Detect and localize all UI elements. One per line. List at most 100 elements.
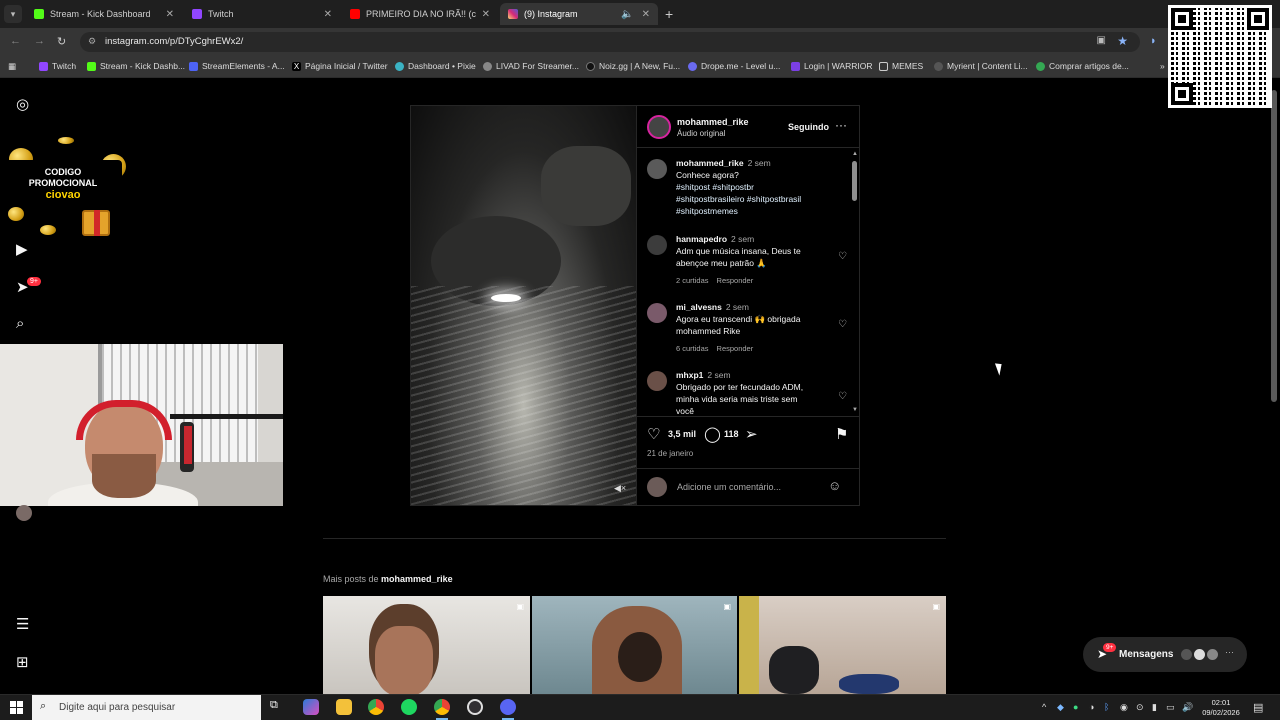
reply-button[interactable]: Responder [717, 344, 754, 353]
tab-kick-dashboard[interactable]: Stream - Kick Dashboard ✕ [26, 3, 182, 25]
taskbar-search[interactable]: ⌕ Digite aqui para pesquisar [32, 695, 261, 720]
tray-app-icon[interactable]: ◑ [1089, 702, 1094, 712]
audio-label[interactable]: Áudio original [677, 129, 725, 138]
following-button[interactable]: Seguindo [788, 122, 829, 132]
extension-icon[interactable]: ◗ [1150, 35, 1157, 47]
save-icon[interactable]: ⚑ [835, 425, 848, 443]
tab-instagram[interactable]: (9) Instagram 🔈 ✕ [500, 3, 658, 25]
avatar[interactable] [647, 235, 667, 255]
url-text[interactable]: instagram.com/p/DTyCghrEWx2/ [105, 36, 243, 47]
bookmark-star-icon[interactable]: ★ [1117, 34, 1128, 48]
bookmark-item[interactable]: Noiz.gg | A New, Fu... [586, 61, 680, 71]
bluetooth-icon[interactable]: ᛒ [1104, 702, 1109, 712]
like-comment-icon[interactable]: ♡ [838, 391, 847, 403]
hashtag-link[interactable]: #shitpostbrasileiro #shitpostbrasil [676, 193, 847, 205]
tab-twitch[interactable]: Twitch ✕ [184, 3, 340, 25]
like-comment-icon[interactable]: ♡ [838, 319, 847, 331]
scroll-up-icon[interactable]: ▲ [852, 151, 858, 157]
close-icon[interactable]: ✕ [642, 9, 650, 20]
add-comment-input[interactable]: Adicione um comentário... [677, 482, 781, 492]
author-avatar[interactable] [647, 115, 671, 139]
tray-app-icon[interactable]: ◆ [1057, 702, 1064, 713]
search-icon[interactable]: ⌕ [16, 315, 24, 332]
apps-icon[interactable]: ▦ [8, 61, 16, 72]
new-tab-button[interactable]: + [665, 6, 673, 22]
instagram-logo-icon[interactable]: ◎ [16, 95, 29, 113]
also-from-meta-icon[interactable]: ⊞ [16, 653, 29, 671]
comment-username[interactable]: mhxp1 [676, 370, 703, 380]
close-icon[interactable]: ✕ [166, 9, 174, 20]
discord-icon[interactable] [500, 699, 516, 720]
scroll-down-icon[interactable]: ▼ [852, 407, 858, 413]
copilot-icon[interactable] [303, 699, 319, 715]
install-app-icon[interactable]: ▣ [1097, 35, 1106, 46]
avatar[interactable] [647, 159, 667, 179]
tab-search-button[interactable]: ▾ [4, 5, 22, 23]
comment-username[interactable]: hanmapedro [676, 234, 727, 244]
chrome-active-icon[interactable] [434, 699, 450, 720]
like-icon[interactable]: ♡ [647, 425, 660, 443]
more-posts-username[interactable]: mohammed_rike [381, 574, 453, 584]
comment-username[interactable]: mi_alvesns [676, 302, 722, 312]
close-icon[interactable]: ✕ [324, 9, 332, 20]
notifications-icon[interactable]: ▤ [1253, 701, 1263, 714]
spotify-icon[interactable] [401, 699, 417, 715]
avatar[interactable] [647, 303, 667, 323]
share-icon[interactable]: ➢ [745, 425, 758, 443]
volume-icon[interactable]: 🔊 [1182, 702, 1193, 713]
taskbar-search-input[interactable]: Digite aqui para pesquisar [59, 702, 175, 713]
tray-app-icon[interactable]: ⊙ [1136, 702, 1144, 713]
chrome-icon[interactable] [368, 699, 384, 715]
reels-icon[interactable]: ▶ [16, 240, 28, 258]
profile-avatar[interactable] [16, 505, 32, 521]
comment-likes[interactable]: 6 curtidas [676, 344, 709, 353]
bookmark-item[interactable]: Comprar artigos de... [1036, 61, 1129, 71]
like-comment-icon[interactable]: ♡ [838, 251, 847, 263]
bookmark-item[interactable]: X Página Inicial / Twitter [292, 61, 388, 71]
menu-icon[interactable]: ☰ [16, 615, 29, 633]
mute-icon[interactable]: ◀× [614, 483, 626, 494]
tray-overflow-icon[interactable]: ^ [1042, 702, 1046, 712]
author-username[interactable]: mohammed_rike [677, 117, 749, 127]
speaker-icon[interactable]: 🔈 [621, 9, 633, 20]
post-date[interactable]: 21 de janeiro [647, 449, 693, 458]
post-thumbnail[interactable]: ▣ [739, 596, 946, 694]
bookmark-item[interactable]: Login | WARRIOR [791, 61, 873, 71]
post-thumbnail[interactable]: ▣ [532, 596, 737, 694]
bookmark-item[interactable]: LIVAD For Streamer... [483, 61, 579, 71]
hashtag-link[interactable]: #shitpost #shitpostbr [676, 181, 847, 193]
network-icon[interactable]: ▭ [1166, 702, 1175, 713]
comment-icon[interactable]: ◯ [704, 425, 721, 443]
system-clock[interactable]: 02:01 09/02/2026 [1196, 698, 1246, 718]
tray-app-icon[interactable]: ◉ [1120, 702, 1128, 713]
close-icon[interactable]: ✕ [482, 9, 490, 20]
more-bookmarks-icon[interactable]: » [1160, 61, 1165, 71]
avatar[interactable] [647, 371, 667, 391]
emoji-icon[interactable]: ☺ [828, 478, 841, 493]
tab-youtube[interactable]: PRIMEIRO DIA NO IRÃ!! (comi ✕ [342, 3, 498, 25]
bookmark-item[interactable]: Dashboard • Pixie [395, 61, 476, 71]
site-info-icon[interactable]: ⚙ [88, 36, 96, 47]
usb-icon[interactable]: ▮ [1152, 702, 1157, 713]
forward-icon[interactable]: → [34, 35, 45, 47]
comments-scrollbar[interactable]: ▲ ▼ [851, 151, 858, 413]
caption-username[interactable]: mohammed_rike [676, 158, 744, 168]
bookmark-item[interactable]: StreamElements - A... [189, 61, 285, 71]
file-explorer-icon[interactable] [336, 699, 352, 715]
bookmark-folder[interactable]: MEMES [879, 61, 923, 71]
tray-app-icon[interactable]: ● [1073, 702, 1078, 712]
page-scrollbar[interactable] [1271, 90, 1277, 402]
reel-video[interactable]: ◀× [411, 106, 636, 505]
reload-icon[interactable]: ↻ [57, 35, 66, 48]
bookmark-item[interactable]: Myrient | Content Li... [934, 61, 1028, 71]
bookmark-item[interactable]: Drope.me - Level u... [688, 61, 780, 71]
comment-likes[interactable]: 2 curtidas [676, 276, 709, 285]
scrollbar-thumb[interactable] [852, 161, 857, 201]
bookmark-item[interactable]: Twitch [39, 61, 76, 71]
back-icon[interactable]: ← [10, 35, 21, 47]
hashtag-link[interactable]: #shitpostmemes [676, 205, 847, 217]
more-options-icon[interactable]: ··· [835, 118, 847, 132]
reply-button[interactable]: Responder [717, 276, 754, 285]
address-bar[interactable]: ⚙ instagram.com/p/DTyCghrEWx2/ ▣ ★ [80, 32, 1140, 52]
post-thumbnail[interactable]: ▣ [323, 596, 530, 694]
